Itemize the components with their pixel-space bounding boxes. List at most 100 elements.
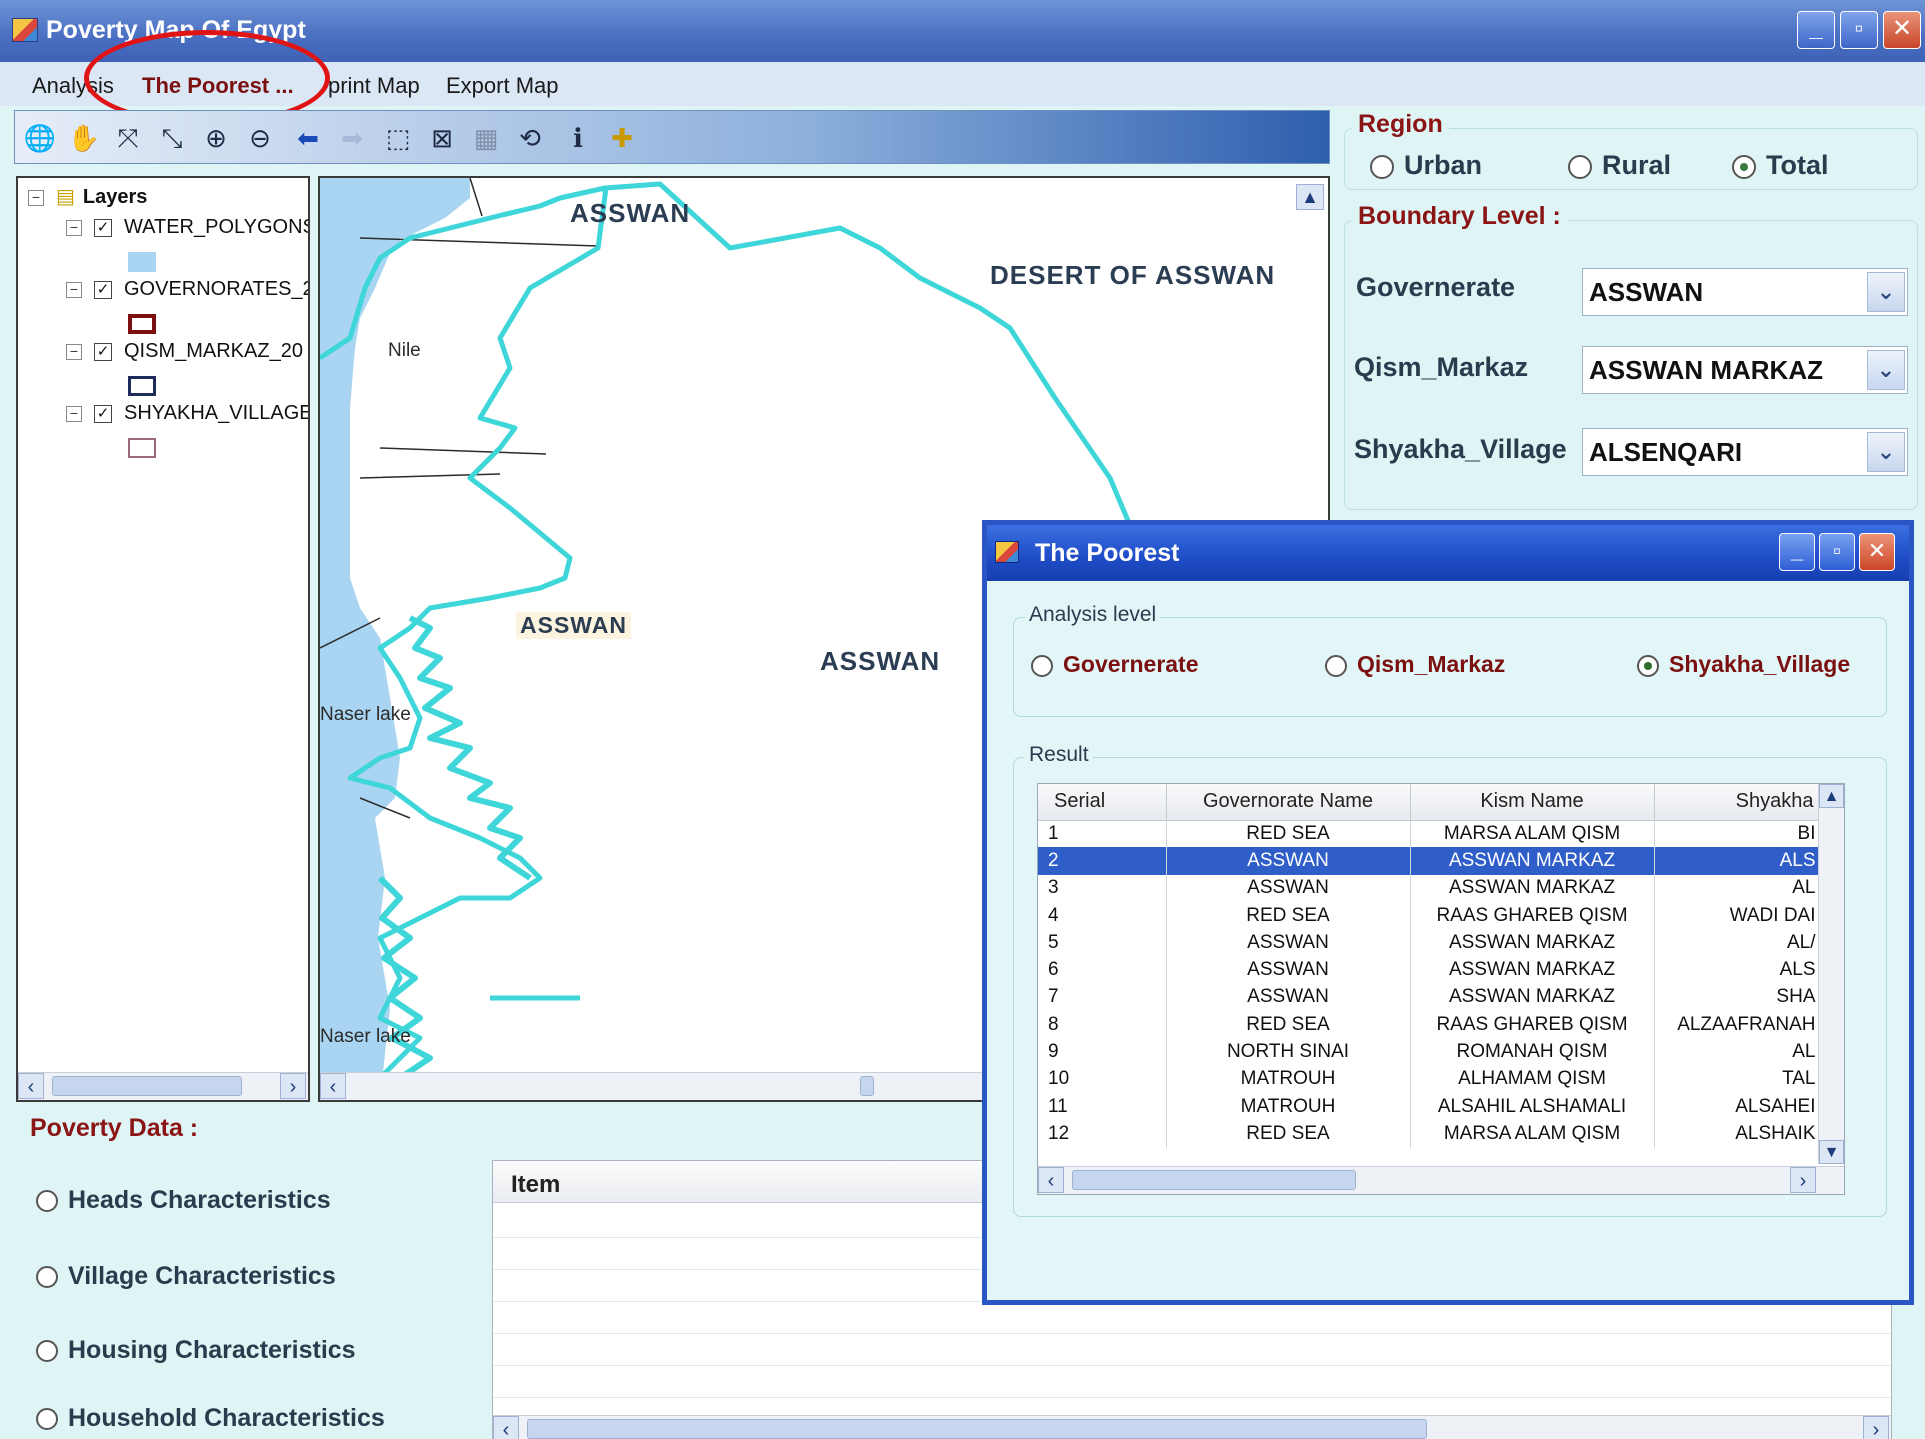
scroll-right-icon[interactable]: › — [1790, 1167, 1816, 1193]
table-row[interactable]: 3 ASSWAN ASSWAN MARKAZ AL — [1038, 874, 1821, 902]
scroll-thumb[interactable] — [1072, 1170, 1356, 1190]
layer-visibility-checkbox[interactable]: ✓ — [94, 342, 112, 361]
analysis-qism-markaz-radio[interactable]: Qism_Markaz — [1325, 651, 1505, 678]
clear-selection-icon[interactable]: ⊠ — [425, 121, 459, 155]
chevron-down-icon[interactable]: ⌄ — [1867, 350, 1905, 390]
heads-characteristics-radio[interactable]: Heads Characteristics — [36, 1186, 331, 1215]
dialog-minimize-button[interactable]: _ — [1779, 533, 1815, 571]
map-scroll-up-icon[interactable]: ▲ — [1296, 184, 1324, 210]
layer-visibility-checkbox[interactable]: ✓ — [94, 218, 112, 237]
region-urban-radio[interactable]: Urban — [1370, 150, 1482, 181]
table-row[interactable]: 6 ASSWAN ASSWAN MARKAZ ALS — [1038, 956, 1821, 984]
minimize-button[interactable]: _ — [1797, 11, 1835, 49]
table-row[interactable]: 9 NORTH SINAI ROMANAH QISM AL — [1038, 1038, 1821, 1066]
scroll-right-icon[interactable]: › — [280, 1073, 306, 1099]
village-characteristics-radio[interactable]: Village Characteristics — [36, 1262, 336, 1291]
add-data-icon[interactable]: ✚ — [605, 121, 639, 155]
table-row-selected[interactable]: 2 ASSWAN ASSWAN MARKAZ ALS — [1038, 847, 1821, 875]
household-characteristics-radio[interactable]: Household Characteristics — [36, 1404, 385, 1433]
region-total-radio[interactable]: Total — [1732, 150, 1829, 181]
radio-dot[interactable] — [36, 1408, 58, 1431]
radio-dot[interactable] — [36, 1190, 58, 1213]
back-arrow-icon[interactable]: ⬅ — [291, 121, 325, 155]
zoom-out-icon[interactable]: ⊖ — [243, 121, 277, 155]
result-grid[interactable]: Serial Governorate Name Kism Name Shyakh… — [1037, 783, 1845, 1195]
column-header-governorate[interactable]: Governorate Name — [1166, 784, 1411, 821]
full-extent-icon[interactable]: ⤧ — [111, 121, 145, 155]
radio-dot[interactable] — [36, 1266, 58, 1289]
identify-info-icon[interactable]: ℹ — [561, 121, 595, 155]
scroll-up-icon[interactable]: ▲ — [1819, 784, 1844, 808]
layers-icon: ▤ — [56, 186, 75, 208]
collapse-icon[interactable]: − — [28, 189, 44, 206]
qism-markaz-select[interactable]: ASSWAN MARKAZ ⌄ — [1582, 346, 1908, 394]
analysis-shyakha-village-radio[interactable]: Shyakha_Village — [1637, 651, 1850, 678]
table-row[interactable]: 10 MATROUH ALHAMAM QISM TAL — [1038, 1065, 1821, 1093]
menu-export-map[interactable]: Export Map — [446, 69, 559, 103]
pan-hand-icon[interactable]: ✋ — [67, 121, 101, 155]
layer-visibility-checkbox[interactable]: ✓ — [94, 280, 112, 299]
map-label-nile: Nile — [388, 340, 421, 361]
table-row[interactable]: 12 RED SEA MARSA ALAM QISM ALSHAIK — [1038, 1120, 1821, 1148]
radio-dot[interactable] — [1370, 154, 1394, 179]
radio-dot[interactable] — [36, 1340, 58, 1363]
scroll-thumb[interactable] — [860, 1076, 874, 1096]
scroll-right-icon[interactable]: › — [1863, 1416, 1889, 1439]
select-elements-icon[interactable]: ▦ — [469, 121, 503, 155]
column-header-kism[interactable]: Kism Name — [1410, 784, 1655, 821]
collapse-icon[interactable]: − — [66, 343, 82, 360]
grid-line — [493, 1333, 1891, 1334]
collapse-icon[interactable]: − — [66, 405, 82, 422]
dialog-close-button[interactable]: ✕ — [1859, 533, 1895, 571]
radio-dot-selected[interactable] — [1732, 154, 1756, 179]
radio-dot-selected[interactable] — [1637, 654, 1659, 677]
fixed-zoom-icon[interactable]: ⤡ — [155, 121, 189, 155]
layer-water-polygons[interactable]: − ✓ WATER_POLYGONS — [66, 216, 308, 239]
chevron-down-icon[interactable]: ⌄ — [1867, 432, 1905, 472]
scroll-left-icon[interactable]: ‹ — [493, 1416, 519, 1439]
table-row[interactable]: 11 MATROUH ALSAHIL ALSHAMALI ALSAHEI — [1038, 1092, 1821, 1121]
region-rural-radio[interactable]: Rural — [1568, 150, 1671, 181]
result-vscrollbar[interactable]: ▲ ▼ — [1818, 784, 1844, 1164]
layers-root[interactable]: − ▤ Layers — [28, 184, 147, 209]
forward-arrow-icon[interactable]: ➡ — [335, 121, 369, 155]
scroll-thumb[interactable] — [527, 1419, 1427, 1439]
layer-governorates[interactable]: − ✓ GOVERNORATES_2 — [66, 278, 308, 301]
scroll-left-icon[interactable]: ‹ — [320, 1073, 346, 1099]
chevron-down-icon[interactable]: ⌄ — [1867, 272, 1905, 312]
layer-visibility-checkbox[interactable]: ✓ — [94, 404, 112, 423]
analysis-governerate-radio[interactable]: Governerate — [1031, 651, 1199, 678]
table-row[interactable]: 7 ASSWAN ASSWAN MARKAZ SHA — [1038, 983, 1821, 1012]
radio-dot[interactable] — [1568, 154, 1592, 179]
layer-qism-markaz[interactable]: − ✓ QISM_MARKAZ_20 — [66, 340, 303, 363]
layers-hscrollbar[interactable]: ‹ › — [18, 1072, 308, 1100]
housing-characteristics-radio[interactable]: Housing Characteristics — [36, 1336, 356, 1365]
table-row[interactable]: 4 RED SEA RAAS GHAREB QISM WADI DAI — [1038, 901, 1821, 930]
table-row[interactable]: 8 RED SEA RAAS GHAREB QISM ALZAAFRANAH — [1038, 1011, 1821, 1039]
result-hscrollbar[interactable]: ‹ › — [1038, 1166, 1844, 1194]
maximize-button[interactable]: ▫ — [1840, 11, 1878, 49]
radio-dot[interactable] — [1031, 654, 1053, 677]
radio-dot[interactable] — [1325, 654, 1347, 677]
scroll-down-icon[interactable]: ▼ — [1819, 1140, 1844, 1164]
menu-print-map[interactable]: print Map — [328, 69, 420, 103]
close-button[interactable]: ✕ — [1883, 11, 1921, 49]
dialog-maximize-button[interactable]: ▫ — [1819, 533, 1855, 571]
column-header-serial[interactable]: Serial — [1038, 784, 1167, 821]
table-row[interactable]: 1 RED SEA MARSA ALAM QISM BI — [1038, 820, 1821, 848]
select-features-icon[interactable]: ⬚ — [381, 121, 415, 155]
column-header-shyakha[interactable]: Shyakha — [1654, 784, 1821, 821]
item-grid-hscrollbar[interactable]: ‹ › — [493, 1415, 1891, 1439]
scroll-left-icon[interactable]: ‹ — [18, 1073, 44, 1099]
table-row[interactable]: 5 ASSWAN ASSWAN MARKAZ AL/ — [1038, 929, 1821, 957]
governerate-select[interactable]: ASSWAN ⌄ — [1582, 268, 1908, 316]
scroll-thumb[interactable] — [52, 1076, 242, 1096]
shyakha-village-select[interactable]: ALSENQARI ⌄ — [1582, 428, 1908, 476]
refresh-icon[interactable]: ⟲ — [513, 121, 547, 155]
layer-shyakha-village[interactable]: − ✓ SHYAKHA_VILLAGE — [66, 402, 308, 425]
scroll-left-icon[interactable]: ‹ — [1038, 1167, 1064, 1193]
zoom-in-icon[interactable]: ⊕ — [199, 121, 233, 155]
collapse-icon[interactable]: − — [66, 281, 82, 298]
collapse-icon[interactable]: − — [66, 219, 82, 236]
globe-icon[interactable]: 🌐 — [23, 121, 57, 155]
